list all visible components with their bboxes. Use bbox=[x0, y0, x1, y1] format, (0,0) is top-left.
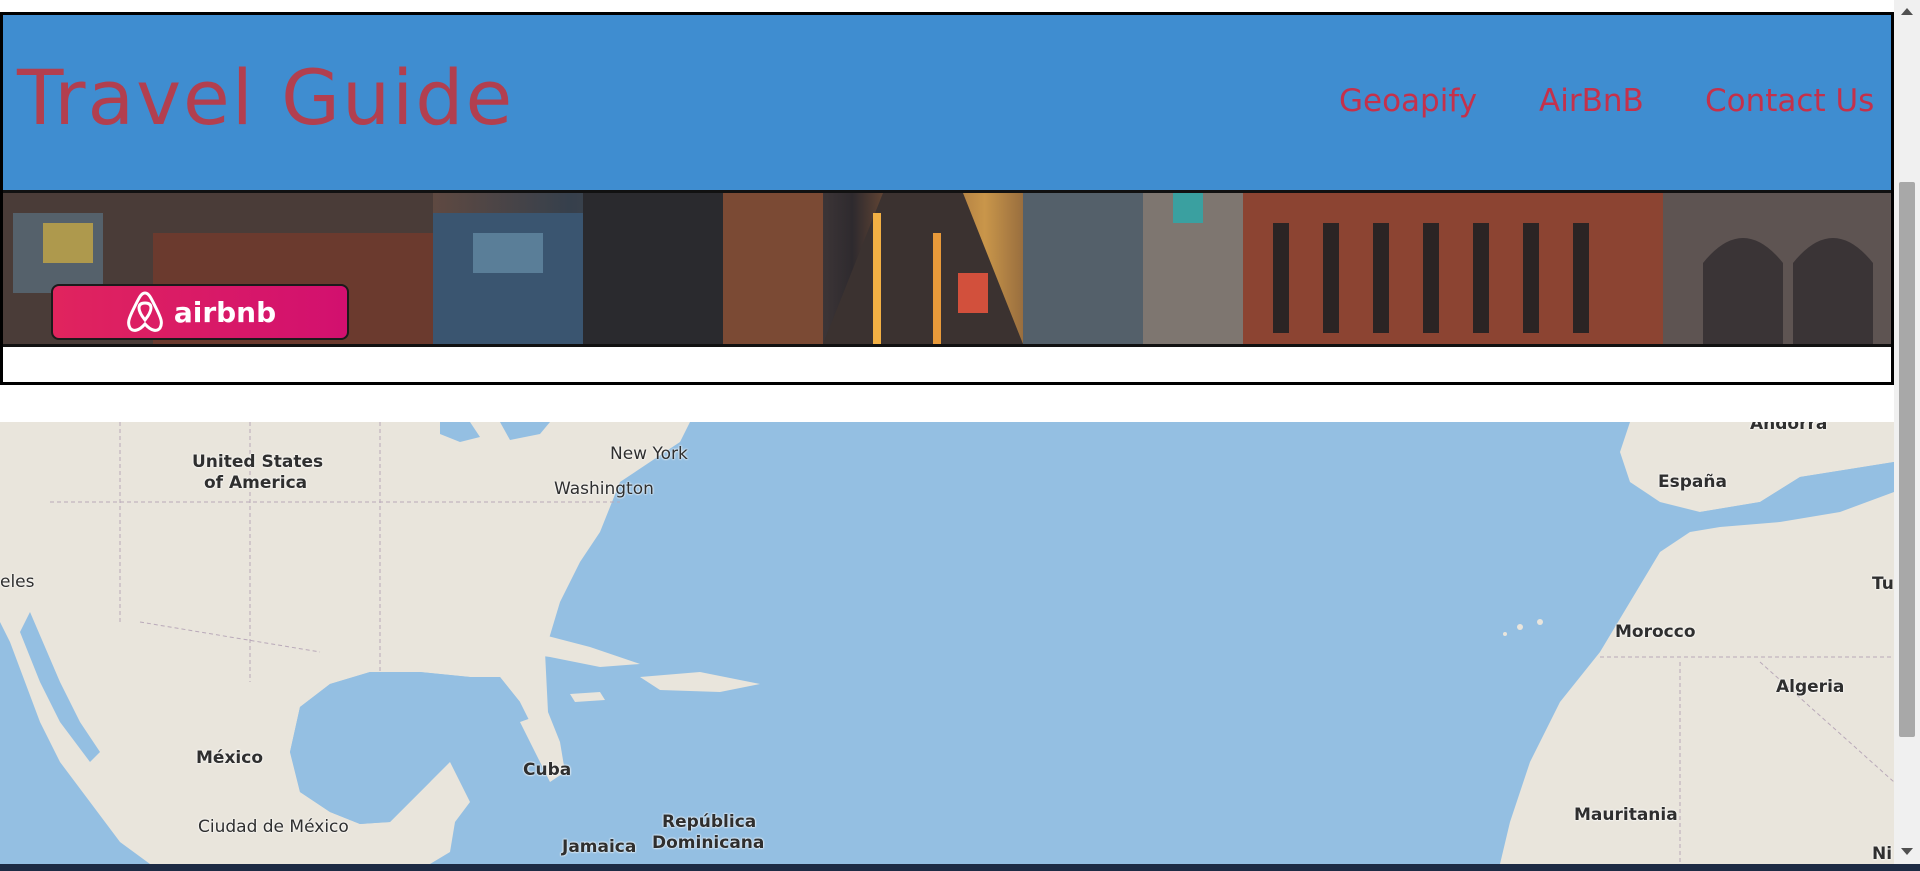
scrollbar-thumb[interactable] bbox=[1899, 182, 1915, 737]
map-label-mexico: México bbox=[196, 748, 263, 768]
airbnb-button[interactable]: airbnb bbox=[51, 284, 349, 340]
map-label-republica: República bbox=[662, 812, 757, 832]
map-label-cuba: Cuba bbox=[523, 760, 572, 780]
airbnb-button-label: airbnb bbox=[173, 295, 277, 329]
map-label-andorra: Andorra bbox=[1750, 422, 1828, 434]
nav-link-airbnb[interactable]: AirBnB bbox=[1539, 83, 1644, 119]
navbar: Travel Guide Geoapify AirBnB Contact Us bbox=[3, 15, 1891, 193]
page-scrollbar[interactable] bbox=[1894, 0, 1920, 864]
map-label-dominicana: Dominicana bbox=[652, 833, 765, 853]
map-label-mauritania: Mauritania bbox=[1574, 805, 1678, 825]
map-label-angeles: eles bbox=[0, 572, 35, 592]
map-label-niger: Ni bbox=[1872, 844, 1893, 864]
top-strip bbox=[0, 0, 1894, 12]
map-label-washington: Washington bbox=[554, 479, 654, 499]
map-label-usa-2: of America bbox=[204, 473, 308, 493]
nav-link-geoapify[interactable]: Geoapify bbox=[1339, 83, 1477, 119]
map-label-algeria: Algeria bbox=[1776, 677, 1845, 697]
map-label-jamaica: Jamaica bbox=[562, 837, 637, 857]
city-banner-image: airbnb bbox=[3, 193, 1891, 347]
header-section: Travel Guide Geoapify AirBnB Contact Us bbox=[0, 12, 1894, 385]
map-label-ciudad-de-mexico: Ciudad de México bbox=[198, 817, 349, 837]
bottom-edge-bar bbox=[0, 864, 1920, 871]
map-label-new-york: New York bbox=[610, 444, 688, 464]
scroll-down-arrow-icon[interactable] bbox=[1901, 848, 1913, 855]
site-title[interactable]: Travel Guide bbox=[17, 53, 514, 142]
map-label-tunisia: Tu bbox=[1872, 574, 1894, 594]
map-label-espana: España bbox=[1658, 472, 1727, 492]
nav-link-contact-us[interactable]: Contact Us bbox=[1705, 83, 1874, 119]
map-label-morocco: Morocco bbox=[1615, 622, 1696, 642]
airbnb-logo-icon bbox=[126, 291, 163, 332]
map-label-usa-1: United States bbox=[192, 452, 324, 472]
map-view[interactable]: United States of America New York Washin… bbox=[0, 422, 1894, 864]
scroll-up-arrow-icon[interactable] bbox=[1901, 8, 1913, 15]
